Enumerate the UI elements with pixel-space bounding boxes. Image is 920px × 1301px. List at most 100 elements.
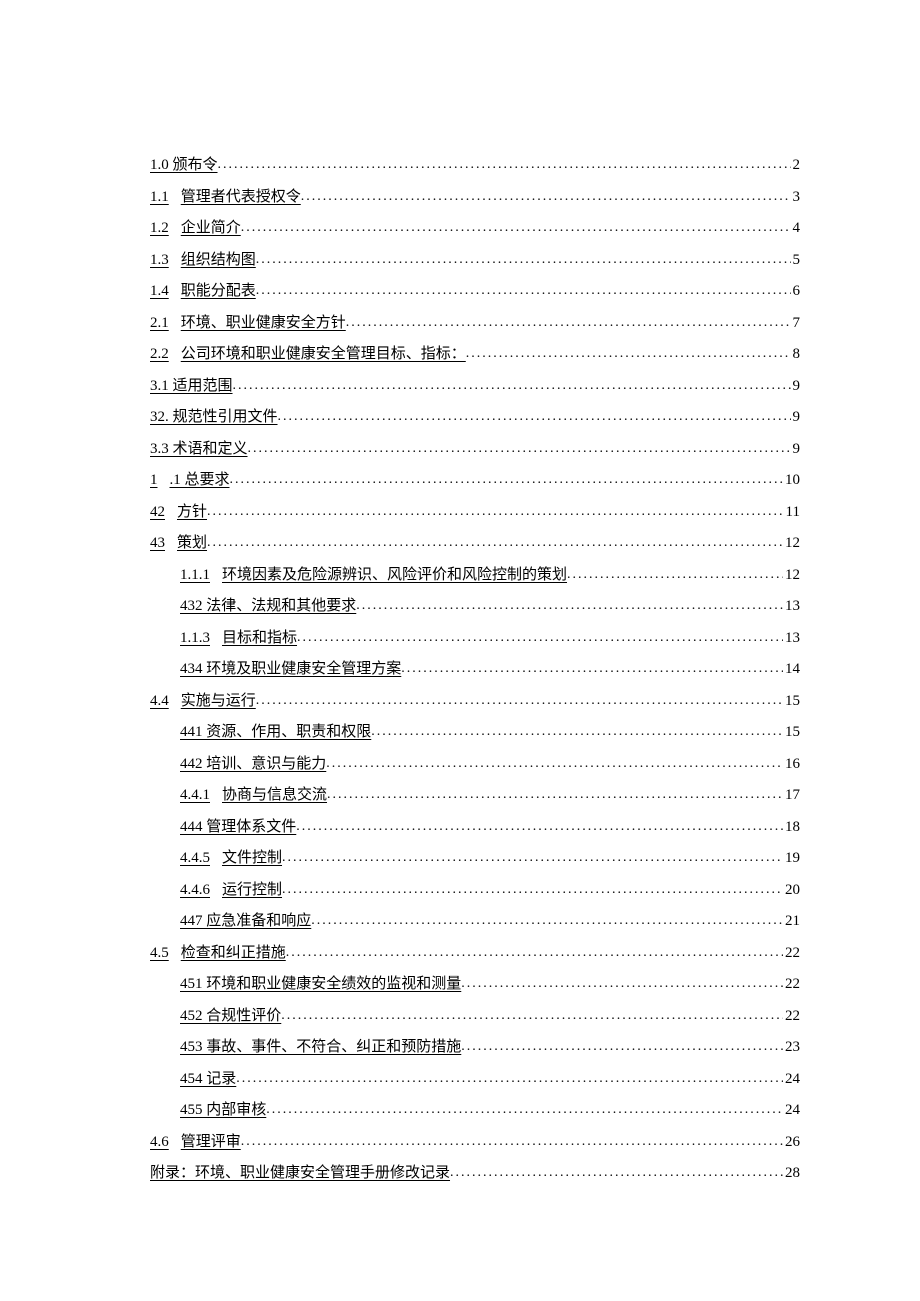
toc-entry[interactable]: 451 环境和职业健康安全绩效的监视和测量22 xyxy=(150,969,800,1001)
toc-page-number: 9 xyxy=(791,371,801,403)
toc-leader-dots xyxy=(567,560,783,589)
toc-leader-dots xyxy=(296,812,783,841)
toc-page-number: 4 xyxy=(791,213,801,245)
toc-leader-dots xyxy=(218,150,791,179)
toc-page-number: 15 xyxy=(783,717,800,749)
toc-entry[interactable]: 4.4.1协商与信息交流17 xyxy=(150,780,800,812)
toc-entry[interactable]: 442 培训、意识与能力16 xyxy=(150,749,800,781)
toc-entry[interactable]: 1.1 总要求10 xyxy=(150,465,800,497)
toc-entry[interactable]: 452 合规性评价22 xyxy=(150,1001,800,1033)
toc-leader-dots xyxy=(248,434,791,463)
toc-leader-dots xyxy=(297,623,783,652)
toc-leader-dots xyxy=(207,528,783,557)
toc-leader-dots xyxy=(281,1001,783,1030)
toc-entry-number: 43 xyxy=(150,528,165,560)
toc-entry[interactable]: 1.1.3 目标和指标 13 xyxy=(150,623,800,655)
toc-entry-label: 454 记录 xyxy=(180,1064,236,1096)
toc-leader-dots xyxy=(256,276,791,305)
toc-entry[interactable]: 4.5检查和纠正措施22 xyxy=(150,938,800,970)
toc-page-number: 26 xyxy=(783,1127,800,1159)
toc-entry[interactable]: 2.1环境、职业健康安全方针7 xyxy=(150,308,800,340)
toc-leader-dots xyxy=(256,686,783,715)
toc-entry-label: 444 管理体系文件 xyxy=(180,812,296,844)
toc-entry[interactable]: 432 法律、法规和其他要求13 xyxy=(150,591,800,623)
toc-entry-number: 1.1.3 xyxy=(180,623,210,655)
toc-entry[interactable]: 4.4.5文件控制19 xyxy=(150,843,800,875)
toc-page-number: 13 xyxy=(783,591,800,623)
toc-leader-dots xyxy=(401,654,783,683)
toc-entry-label: 附录：环境、职业健康安全管理手册修改记录 xyxy=(150,1158,450,1190)
toc-entry-number: 2.1 xyxy=(150,308,169,340)
toc-entry[interactable]: 441 资源、作用、职责和权限15 xyxy=(150,717,800,749)
toc-page-number: 5 xyxy=(791,245,801,277)
toc-leader-dots xyxy=(466,339,791,368)
toc-page-number: 22 xyxy=(783,1001,800,1033)
toc-entry[interactable]: 455 内部审核24 xyxy=(150,1095,800,1127)
toc-page-number: 3 xyxy=(791,182,801,214)
toc-page: 1.0 颁布令21.1管理者代表授权令31.2企业简介41.3组织结构图51.4… xyxy=(0,0,920,1290)
toc-entry-label: 运行控制 xyxy=(222,875,282,907)
toc-leader-dots xyxy=(266,1095,783,1124)
toc-page-number: 24 xyxy=(783,1064,800,1096)
toc-page-number: 23 xyxy=(783,1032,800,1064)
toc-entry[interactable]: 4.6管理评审26 xyxy=(150,1127,800,1159)
toc-entry[interactable]: 43策划12 xyxy=(150,528,800,560)
toc-leader-dots xyxy=(311,906,783,935)
toc-entry-number: 4.4 xyxy=(150,686,169,718)
toc-entry[interactable]: 434 环境及职业健康安全管理方案14 xyxy=(150,654,800,686)
toc-entry[interactable]: 4.4.6 运行控制 20 xyxy=(150,875,800,907)
toc-entry-label: 32. 规范性引用文件 xyxy=(150,402,278,434)
toc-page-number: 12 xyxy=(783,528,800,560)
toc-entry-label: 447 应急准备和响应 xyxy=(180,906,311,938)
toc-entry-number: 42 xyxy=(150,497,165,529)
toc-entry-number: 1.1 xyxy=(150,182,169,214)
toc-entry[interactable]: 1.4职能分配表6 xyxy=(150,276,800,308)
toc-entry-number: 1.3 xyxy=(150,245,169,277)
toc-leader-dots xyxy=(241,1127,783,1156)
toc-leader-dots xyxy=(233,371,791,400)
toc-leader-dots xyxy=(230,465,783,494)
toc-leader-dots xyxy=(371,717,783,746)
toc-entry-label: 453 事故、事件、不符合、纠正和预防措施 xyxy=(180,1032,461,1064)
toc-entry[interactable]: 454 记录 24 xyxy=(150,1064,800,1096)
toc-entry-number: 4.4.5 xyxy=(180,843,210,875)
toc-entry[interactable]: 447 应急准备和响应21 xyxy=(150,906,800,938)
toc-entry[interactable]: 1.1.1环境因素及危险源辨识、风险评价和风险控制的策划12 xyxy=(150,560,800,592)
toc-page-number: 19 xyxy=(783,843,800,875)
toc-entry[interactable]: 32. 规范性引用文件9 xyxy=(150,402,800,434)
toc-page-number: 13 xyxy=(783,623,800,655)
toc-leader-dots xyxy=(327,780,783,809)
toc-entry[interactable]: 453 事故、事件、不符合、纠正和预防措施 23 xyxy=(150,1032,800,1064)
toc-entry-label: 455 内部审核 xyxy=(180,1095,266,1127)
toc-page-number: 20 xyxy=(783,875,800,907)
toc-entry-label: 1.0 颁布令 xyxy=(150,150,218,182)
toc-entry[interactable]: 1.1管理者代表授权令3 xyxy=(150,182,800,214)
toc-entry[interactable]: 4.4 实施与运行 15 xyxy=(150,686,800,718)
toc-entry-label: 实施与运行 xyxy=(181,686,256,718)
toc-leader-dots xyxy=(256,245,791,274)
toc-leader-dots xyxy=(301,182,791,211)
toc-page-number: 15 xyxy=(783,686,800,718)
toc-entry[interactable]: 3.1 适用范围 9 xyxy=(150,371,800,403)
toc-entry[interactable]: 2.2公司环境和职业健康安全管理目标、指标：8 xyxy=(150,339,800,371)
toc-page-number: 12 xyxy=(783,560,800,592)
toc-entry-label: 3.1 适用范围 xyxy=(150,371,233,403)
toc-leader-dots xyxy=(282,875,783,904)
toc-entry[interactable]: 3.3 术语和定义9 xyxy=(150,434,800,466)
toc-page-number: 8 xyxy=(791,339,801,371)
toc-entry[interactable]: 42方针11 xyxy=(150,497,800,529)
toc-entry-label: 目标和指标 xyxy=(222,623,297,655)
toc-leader-dots xyxy=(286,938,783,967)
toc-entry[interactable]: 1.0 颁布令2 xyxy=(150,150,800,182)
toc-entry[interactable]: 444 管理体系文件18 xyxy=(150,812,800,844)
toc-entry-number: 4.5 xyxy=(150,938,169,970)
toc-entry-number: 2.2 xyxy=(150,339,169,371)
toc-entry[interactable]: 1.3组织结构图5 xyxy=(150,245,800,277)
toc-entry-number: 4.4.6 xyxy=(180,875,210,907)
toc-page-number: 7 xyxy=(791,308,801,340)
toc-entry-label: 442 培训、意识与能力 xyxy=(180,749,326,781)
toc-entry[interactable]: 附录：环境、职业健康安全管理手册修改记录28 xyxy=(150,1158,800,1190)
table-of-contents: 1.0 颁布令21.1管理者代表授权令31.2企业简介41.3组织结构图51.4… xyxy=(150,150,800,1190)
toc-leader-dots xyxy=(450,1158,783,1187)
toc-entry[interactable]: 1.2企业简介4 xyxy=(150,213,800,245)
